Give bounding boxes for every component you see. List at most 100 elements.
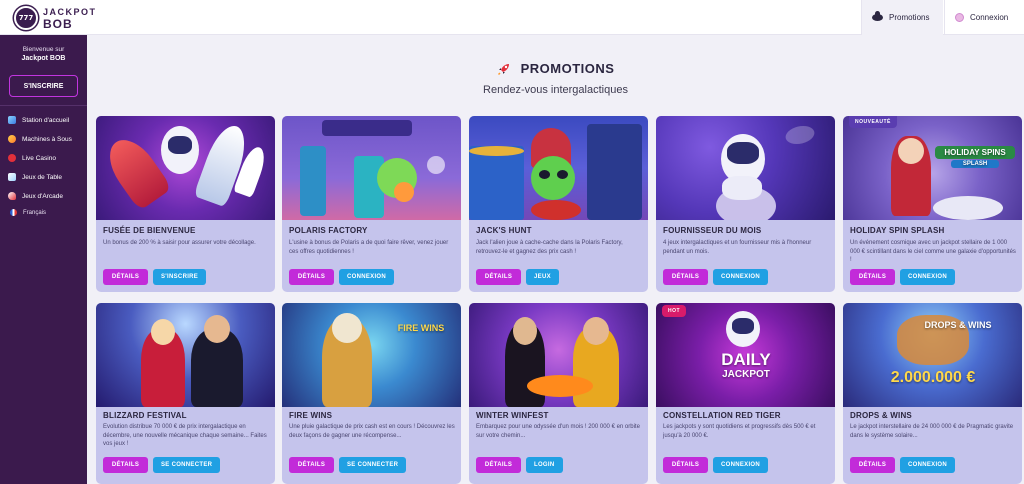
ufo-icon	[872, 11, 883, 21]
connexion-button[interactable]: CONNEXION	[900, 457, 956, 473]
promo-artwork	[96, 116, 275, 220]
card-title: BLIZZARD FESTIVAL	[103, 411, 187, 420]
promo-card[interactable]: POLARIS FACTORY L'usine à bonus de Polar…	[282, 116, 461, 292]
details-button[interactable]: DÉTAILS	[850, 269, 895, 285]
details-button[interactable]: DÉTAILS	[289, 269, 334, 285]
new-badge: NOUVEAUTÉ	[849, 116, 897, 128]
drops-wins-logo: DROPS & WINS	[924, 320, 992, 330]
sidebar-item-slots[interactable]: Machines à Sous	[8, 130, 86, 148]
promo-card[interactable]: FOURNISSEUR DU MOIS 4 jeux intergalactiq…	[656, 116, 835, 292]
promo-artwork: DROPS & WINS 2.000.000 €	[843, 303, 1022, 407]
page-title-text: PROMOTIONS	[520, 61, 615, 76]
card-title: HOLIDAY SPIN SPLASH	[850, 226, 945, 235]
games-button[interactable]: JEUX	[526, 269, 559, 285]
holiday-spins-logo: HOLIDAY SPINS	[935, 146, 1015, 159]
logo-badge: 777	[14, 6, 38, 30]
promo-artwork	[656, 116, 835, 220]
welcome-text: Bienvenue sur Jackpot BOB	[0, 45, 87, 63]
sidebar-item-station[interactable]: Station d'accueil	[8, 111, 86, 129]
holiday-spins-logo-sub: SPLASH	[951, 160, 999, 168]
promo-card[interactable]: WINTER WINFEST Embarquez pour une odyssé…	[469, 303, 648, 484]
details-button[interactable]: DÉTAILS	[476, 269, 521, 285]
card-description: Evolution distribue 70 000 € de prix int…	[103, 424, 267, 447]
slot-machine-icon	[8, 135, 16, 143]
sidebar: Bienvenue sur Jackpot BOB S'INSCRIRE Sta…	[0, 35, 87, 484]
tab-promotions-label: Promotions	[889, 13, 930, 22]
tab-connexion-label: Connexion	[970, 13, 1009, 22]
card-title: POLARIS FACTORY	[289, 226, 368, 235]
card-description: Embarquez pour une odyssée d'un mois ! 2…	[476, 424, 640, 439]
card-description: 4 jeux intergalactiques et un fournisseu…	[663, 240, 812, 255]
promo-artwork	[96, 303, 275, 407]
card-description: Un événement cosmique avec un jackpot st…	[850, 240, 1016, 263]
details-button[interactable]: DÉTAILS	[663, 269, 708, 285]
arcade-icon	[8, 192, 16, 200]
card-description: Jack l'alien joue à cache-cache dans la …	[476, 240, 623, 255]
card-title: WINTER WINFEST	[476, 411, 549, 420]
promo-card[interactable]: DROPS & WINS 2.000.000 € DROPS & WINS Le…	[843, 303, 1022, 484]
promo-artwork	[282, 116, 461, 220]
promo-artwork: FIRE WINS	[282, 303, 461, 407]
daily-jackpot-logo-sub: JACKPOT	[722, 369, 770, 380]
details-button[interactable]: DÉTAILS	[103, 269, 148, 285]
promo-artwork: DAILY JACKPOT HOT	[656, 303, 835, 407]
language-selector[interactable]: Français	[10, 209, 46, 216]
french-flag-icon	[10, 209, 17, 216]
page-subtitle: Rendez-vous intergalactiques	[483, 84, 628, 96]
card-description: Le jackpot interstellaire de 24 000 000 …	[850, 424, 1014, 439]
promo-card[interactable]: BLIZZARD FESTIVAL Evolution distribue 70…	[96, 303, 275, 484]
sidebar-divider	[0, 105, 87, 106]
promo-artwork: HOLIDAY SPINS SPLASH NOUVEAUTÉ	[843, 116, 1022, 220]
card-title: JACK'S HUNT	[476, 226, 532, 235]
tab-promotions[interactable]: Promotions	[861, 0, 943, 35]
card-title: FIRE WINS	[289, 411, 333, 420]
drops-wins-amount: 2.000.000 €	[890, 369, 976, 386]
login-button[interactable]: SE CONNECTER	[153, 457, 221, 473]
connexion-button[interactable]: CONNEXION	[713, 457, 769, 473]
jackpot-bob-logo[interactable]: 777 JACKPOT BOB	[14, 6, 106, 31]
tab-connexion[interactable]: Connexion	[944, 0, 1024, 35]
promo-card[interactable]: DAILY JACKPOT HOT CONSTELLATION RED TIGE…	[656, 303, 835, 484]
rocket-icon	[497, 63, 509, 75]
card-description: L'usine à bonus de Polaris a de quoi fai…	[289, 240, 449, 255]
card-description: Un bonus de 200 % à saisir pour assurer …	[103, 240, 256, 246]
promo-card[interactable]: FUSÉE DE BIENVENUE Un bonus de 200 % à s…	[96, 116, 275, 292]
promo-artwork	[469, 116, 648, 220]
promo-card[interactable]: JACK'S HUNT Jack l'alien joue à cache-ca…	[469, 116, 648, 292]
details-button[interactable]: DÉTAILS	[289, 457, 334, 473]
planet-icon	[955, 13, 964, 22]
sidebar-item-label: Machines à Sous	[22, 135, 72, 143]
connexion-button[interactable]: CONNEXION	[713, 269, 769, 285]
card-title: FOURNISSEUR DU MOIS	[663, 226, 762, 235]
details-button[interactable]: DÉTAILS	[476, 457, 521, 473]
sidebar-item-live-casino[interactable]: Live Casino	[8, 149, 86, 167]
sidebar-item-arcade[interactable]: Jeux d'Arcade	[8, 187, 86, 205]
logo-text-bob: BOB	[43, 17, 73, 31]
details-button[interactable]: DÉTAILS	[850, 457, 895, 473]
sidebar-item-table-games[interactable]: Jeux de Table	[8, 168, 86, 186]
signup-button[interactable]: S'INSCRIRE	[9, 75, 78, 97]
login-button[interactable]: SE CONNECTER	[339, 457, 407, 473]
promo-card[interactable]: HOLIDAY SPINS SPLASH NOUVEAUTÉ HOLIDAY S…	[843, 116, 1022, 292]
sidebar-item-label: Live Casino	[22, 154, 56, 162]
details-button[interactable]: DÉTAILS	[663, 457, 708, 473]
live-casino-icon	[8, 154, 16, 162]
daily-jackpot-logo: DAILY	[721, 350, 771, 369]
space-station-icon	[8, 116, 16, 124]
table-games-icon	[8, 173, 16, 181]
card-title: CONSTELLATION RED TIGER	[663, 411, 781, 420]
page-title: PROMOTIONS	[87, 61, 1024, 76]
details-button[interactable]: DÉTAILS	[103, 457, 148, 473]
top-header: 777 JACKPOT BOB Promotions Connexion	[0, 0, 1024, 35]
hot-badge: HOT	[662, 305, 687, 317]
language-label: Français	[23, 209, 47, 216]
sidebar-item-label: Jeux de Table	[22, 173, 62, 181]
connexion-button[interactable]: CONNEXION	[339, 269, 395, 285]
login-button[interactable]: LOGIN	[526, 457, 563, 473]
fire-wins-logo: FIRE WINS	[397, 323, 445, 333]
promo-card[interactable]: FIRE WINS FIRE WINS Une pluie galactique…	[282, 303, 461, 484]
connexion-button[interactable]: CONNEXION	[900, 269, 956, 285]
card-description: Une pluie galactique de prix cash est en…	[289, 424, 455, 439]
welcome-line2: Jackpot BOB	[21, 55, 66, 62]
signup-card-button[interactable]: S'INSCRIRE	[153, 269, 207, 285]
